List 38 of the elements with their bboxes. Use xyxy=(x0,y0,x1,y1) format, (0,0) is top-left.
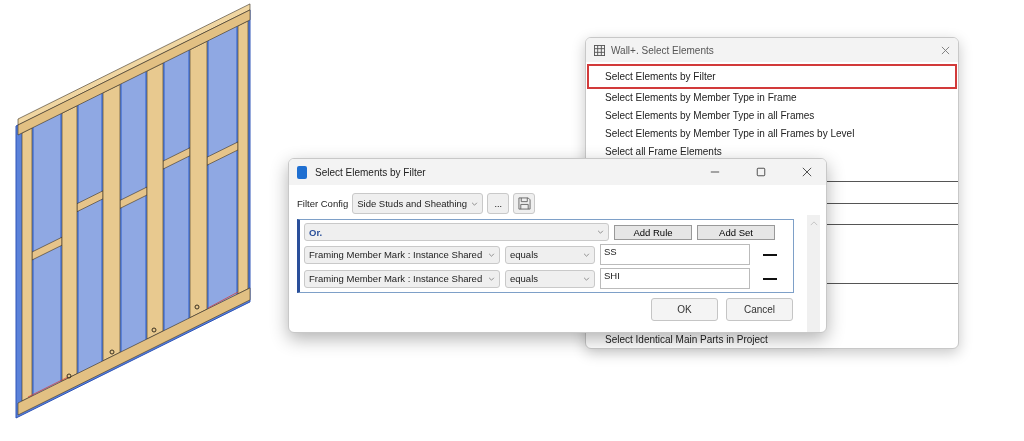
operator-dropdown[interactable]: Or. xyxy=(304,223,609,241)
save-button[interactable] xyxy=(513,193,536,214)
chevron-down-icon xyxy=(471,201,479,206)
remove-rule-button[interactable] xyxy=(763,277,777,280)
chevron-down-icon xyxy=(488,252,495,257)
value-field[interactable]: SS xyxy=(600,244,750,265)
ok-button[interactable]: OK xyxy=(651,298,718,321)
value-field[interactable]: SHI xyxy=(600,268,750,289)
save-icon xyxy=(517,197,531,210)
chevron-down-icon xyxy=(583,252,590,257)
app-icon xyxy=(297,165,307,179)
window-title: Select Elements by Filter xyxy=(315,166,426,178)
more-button[interactable]: ... xyxy=(487,193,510,214)
chevron-down-icon xyxy=(583,276,590,281)
cancel-button[interactable]: Cancel xyxy=(726,298,793,321)
condition-dropdown[interactable]: equals xyxy=(505,269,595,288)
filter-config-dropdown[interactable]: Side Studs and Sheathing xyxy=(352,193,484,214)
list-item[interactable]: Select Elements by Filter xyxy=(587,64,957,89)
parameter-dropdown[interactable]: Framing Member Mark : Instance Shared xyxy=(304,269,500,288)
add-set-button[interactable]: Add Set xyxy=(697,224,775,240)
grid-icon xyxy=(594,44,605,56)
add-rule-button[interactable]: Add Rule xyxy=(614,224,692,240)
list-item[interactable]: Select all Frame Elements xyxy=(587,143,957,161)
window-title: Wall+. Select Elements xyxy=(611,44,715,56)
remove-rule-button[interactable] xyxy=(763,253,777,256)
scrollbar[interactable] xyxy=(807,215,820,332)
chevron-down-icon xyxy=(597,230,604,234)
list-item[interactable]: Select Identical Main Parts in Project xyxy=(587,333,957,346)
maximize-icon[interactable] xyxy=(756,167,766,177)
filter-config-label: Filter Config xyxy=(297,198,349,209)
condition-dropdown[interactable]: equals xyxy=(505,245,595,264)
list-item[interactable]: Select Elements by Member Type in Frame xyxy=(587,89,957,107)
parameter-dropdown[interactable]: Framing Member Mark : Instance Shared xyxy=(304,245,500,264)
list-item[interactable]: Select Elements by Member Type in all Frames xyxy=(587,107,957,125)
close-icon[interactable] xyxy=(802,167,812,177)
close-icon[interactable] xyxy=(941,45,950,55)
list-item[interactable]: Select Elements by Member Type in all Frames by Level xyxy=(587,125,957,143)
chevron-down-icon xyxy=(488,276,495,281)
